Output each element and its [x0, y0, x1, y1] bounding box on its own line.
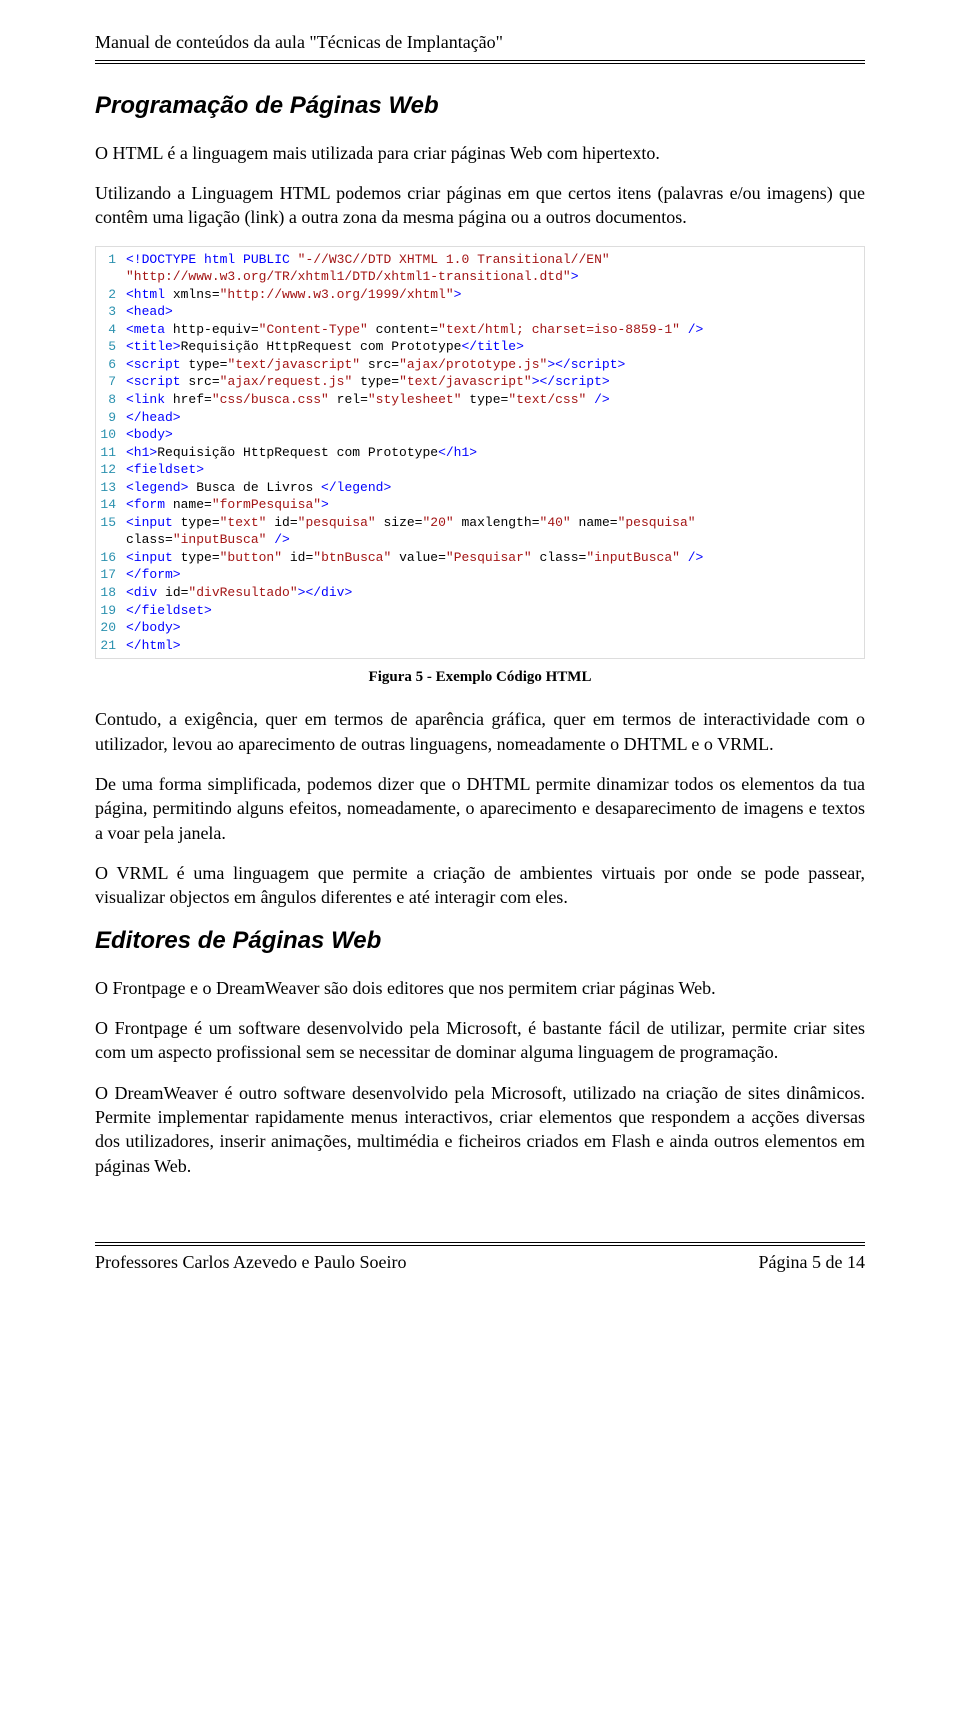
code-line: 19</fieldset>	[96, 602, 864, 620]
line-number: 19	[96, 602, 126, 620]
code-line: 11<h1>Requisição HttpRequest com Prototy…	[96, 444, 864, 462]
code-line: 12<fieldset>	[96, 461, 864, 479]
line-number: 4	[96, 321, 126, 339]
code-text: <form name="formPesquisa">	[126, 496, 329, 514]
line-number: 18	[96, 584, 126, 602]
paragraph: De uma forma simplificada, podemos dizer…	[95, 772, 865, 845]
code-line: 21</html>	[96, 637, 864, 655]
line-number: 13	[96, 479, 126, 497]
code-line: 13<legend> Busca de Livros </legend>	[96, 479, 864, 497]
line-number: 5	[96, 338, 126, 356]
code-text: <body>	[126, 426, 173, 444]
line-number: 11	[96, 444, 126, 462]
code-text: <legend> Busca de Livros </legend>	[126, 479, 391, 497]
code-line: 16<input type="button" id="btnBusca" val…	[96, 549, 864, 567]
line-number: 7	[96, 373, 126, 391]
code-text: <html xmlns="http://www.w3.org/1999/xhtm…	[126, 286, 461, 304]
code-text: <meta http-equiv="Content-Type" content=…	[126, 321, 703, 339]
code-line: 2<html xmlns="http://www.w3.org/1999/xht…	[96, 286, 864, 304]
line-number: 21	[96, 637, 126, 655]
line-number: 6	[96, 356, 126, 374]
code-line: 6<script type="text/javascript" src="aja…	[96, 356, 864, 374]
code-text: </body>	[126, 619, 181, 637]
line-number: 14	[96, 496, 126, 514]
code-text: <script src="ajax/request.js" type="text…	[126, 373, 610, 391]
code-line: 7<script src="ajax/request.js" type="tex…	[96, 373, 864, 391]
line-number: 16	[96, 549, 126, 567]
code-sample-html: 1<!DOCTYPE html PUBLIC "-//W3C//DTD XHTM…	[95, 246, 865, 660]
line-number: 15	[96, 514, 126, 532]
document-header: Manual de conteúdos da aula "Técnicas de…	[95, 30, 865, 64]
line-number: 9	[96, 409, 126, 427]
code-text: <input type="text" id="pesquisa" size="2…	[126, 514, 696, 532]
line-number: 12	[96, 461, 126, 479]
code-line: 4<meta http-equiv="Content-Type" content…	[96, 321, 864, 339]
line-number: 20	[96, 619, 126, 637]
line-number: 17	[96, 566, 126, 584]
code-text: <fieldset>	[126, 461, 204, 479]
paragraph: O Frontpage é um software desenvolvido p…	[95, 1016, 865, 1065]
code-line: 20</body>	[96, 619, 864, 637]
paragraph: O DreamWeaver é outro software desenvolv…	[95, 1081, 865, 1178]
footer-authors: Professores Carlos Azevedo e Paulo Soeir…	[95, 1250, 406, 1274]
code-text: <input type="button" id="btnBusca" value…	[126, 549, 703, 567]
code-text: </form>	[126, 566, 181, 584]
code-text: <h1>Requisição HttpRequest com Prototype…	[126, 444, 477, 462]
footer-page-number: Página 5 de 14	[759, 1250, 865, 1274]
code-text: <link href="css/busca.css" rel="styleshe…	[126, 391, 610, 409]
code-line: 10<body>	[96, 426, 864, 444]
page-footer: Professores Carlos Azevedo e Paulo Soeir…	[95, 1250, 865, 1274]
code-text: <div id="divResultado"></div>	[126, 584, 352, 602]
line-number: 3	[96, 303, 126, 321]
paragraph: Contudo, a exigência, quer em termos de …	[95, 707, 865, 756]
paragraph: O VRML é uma linguagem que permite a cri…	[95, 861, 865, 910]
paragraph: O HTML é a linguagem mais utilizada para…	[95, 141, 865, 165]
code-text: <title>Requisição HttpRequest com Protot…	[126, 338, 524, 356]
code-line: 8<link href="css/busca.css" rel="stylesh…	[96, 391, 864, 409]
line-number: 10	[96, 426, 126, 444]
line-number: 2	[96, 286, 126, 304]
code-line: 3<head>	[96, 303, 864, 321]
section-heading-programacao: Programação de Páginas Web	[95, 90, 865, 122]
code-text: <head>	[126, 303, 173, 321]
line-number: 8	[96, 391, 126, 409]
figure-caption: Figura 5 - Exemplo Código HTML	[95, 667, 865, 687]
code-line: 17</form>	[96, 566, 864, 584]
line-number: 1	[96, 251, 126, 269]
document-title: Manual de conteúdos da aula "Técnicas de…	[95, 32, 503, 52]
code-text: </head>	[126, 409, 181, 427]
code-line: 1<!DOCTYPE html PUBLIC "-//W3C//DTD XHTM…	[96, 251, 864, 269]
paragraph: O Frontpage e o DreamWeaver são dois edi…	[95, 976, 865, 1000]
code-line: 15<input type="text" id="pesquisa" size=…	[96, 514, 864, 532]
code-line: 14<form name="formPesquisa">	[96, 496, 864, 514]
code-line: 5<title>Requisição HttpRequest com Proto…	[96, 338, 864, 356]
code-text: </fieldset>	[126, 602, 212, 620]
code-line: 18<div id="divResultado"></div>	[96, 584, 864, 602]
footer-rule	[95, 1242, 865, 1250]
code-line: 9</head>	[96, 409, 864, 427]
code-text: </html>	[126, 637, 181, 655]
paragraph: Utilizando a Linguagem HTML podemos cria…	[95, 181, 865, 230]
code-text: <!DOCTYPE html PUBLIC "-//W3C//DTD XHTML…	[126, 251, 610, 269]
code-line: class="inputBusca" />	[96, 531, 864, 549]
code-text: <script type="text/javascript" src="ajax…	[126, 356, 625, 374]
code-text: class="inputBusca" />	[126, 531, 290, 549]
code-text: "http://www.w3.org/TR/xhtml1/DTD/xhtml1-…	[126, 268, 579, 286]
code-line: "http://www.w3.org/TR/xhtml1/DTD/xhtml1-…	[96, 268, 864, 286]
section-heading-editores: Editores de Páginas Web	[95, 925, 865, 957]
